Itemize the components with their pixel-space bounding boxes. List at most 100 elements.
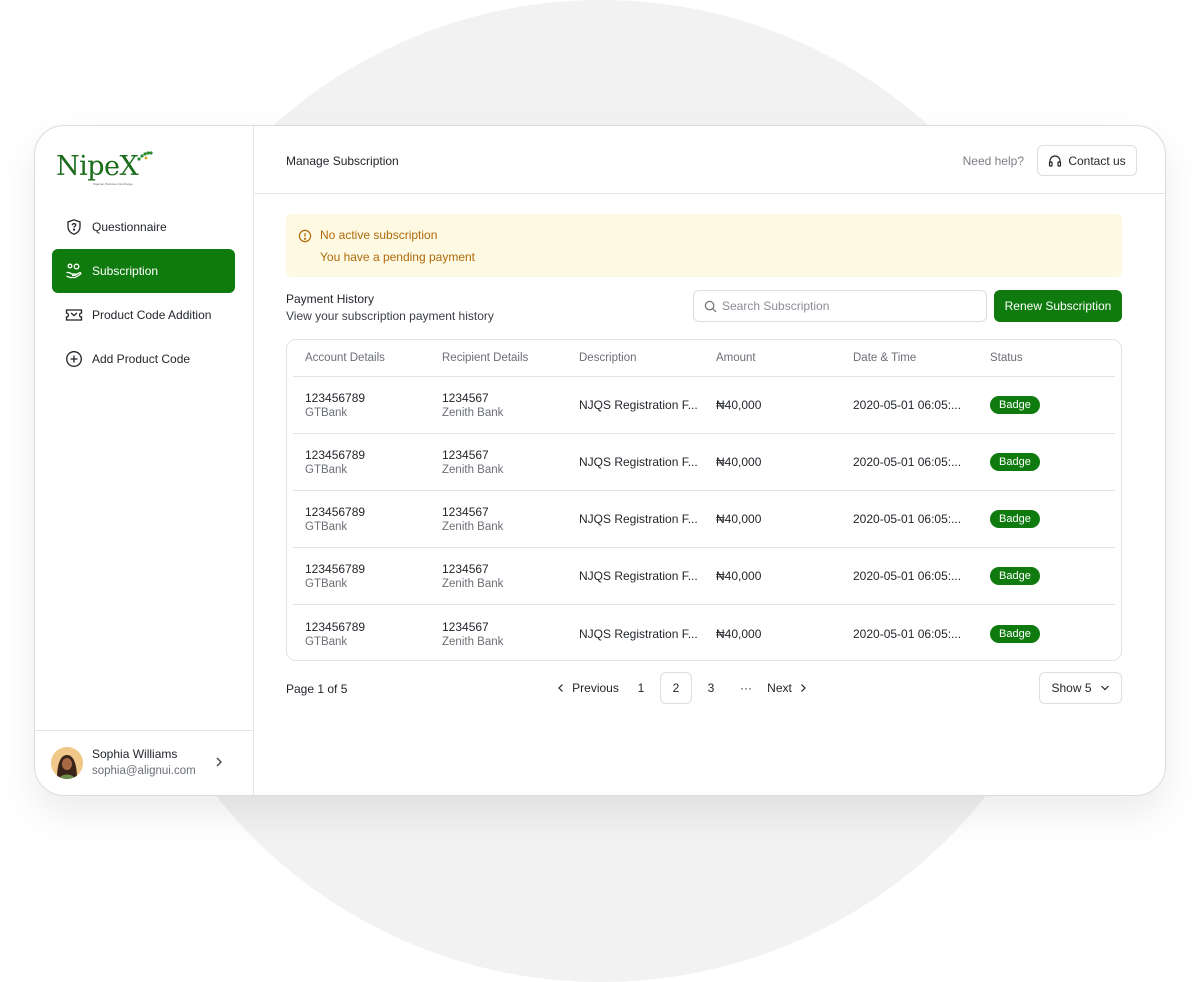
chevron-right-icon[interactable]	[215, 756, 223, 768]
search-input[interactable]	[722, 299, 962, 313]
alert-message: You have a pending payment	[320, 250, 476, 264]
datetime: 2020-05-01 06:05:...	[853, 569, 962, 583]
recipient-bank: Zenith Bank	[442, 578, 504, 590]
page-info: Page 1 of 5	[286, 682, 348, 696]
recipient-number: 1234567	[442, 391, 489, 405]
column-header: Account Details	[305, 352, 385, 364]
plus-circle-icon	[65, 350, 83, 368]
logo-dots-icon	[137, 151, 153, 161]
column-header: Amount	[716, 352, 756, 364]
sidebar-item-questionnaire[interactable]: Questionnaire	[52, 205, 235, 249]
search-icon	[704, 300, 717, 312]
recipient-bank: Zenith Bank	[442, 521, 504, 533]
page-title: Manage Subscription	[286, 154, 399, 168]
info-circle-icon	[298, 229, 312, 243]
alert-banner: No active subscription You have a pendin…	[286, 214, 1122, 277]
table-row[interactable]: 123456789 GTBank 1234567 Zenith Bank NJQS …	[293, 605, 1115, 662]
datetime: 2020-05-01 06:05:...	[853, 398, 962, 412]
hand-coins-icon	[65, 262, 83, 280]
previous-label: Previous	[572, 681, 619, 695]
datetime: 2020-05-01 06:05:...	[853, 455, 962, 469]
table-row[interactable]: 123456789 GTBank 1234567 Zenith Bank NJQS …	[293, 377, 1115, 434]
chevron-right-icon	[800, 684, 806, 692]
page-size-select[interactable]: Show 5	[1039, 672, 1122, 704]
user-name: Sophia Williams	[92, 747, 178, 762]
account-bank: GTBank	[305, 578, 348, 590]
status-badge: Badge	[990, 624, 1040, 643]
payment-table: Account Details Recipient Details Descri…	[286, 339, 1122, 661]
sidebar: NipeX Nigerian Petroleum Exchange Questi…	[35, 126, 254, 795]
logo-text: NipeX	[56, 151, 139, 182]
recipient-number: 1234567	[442, 505, 489, 519]
header: Manage Subscription Need help? Contact u…	[254, 126, 1165, 194]
account-number: 123456789	[305, 505, 366, 519]
shield-question-icon	[65, 218, 83, 236]
chevron-down-icon	[1100, 685, 1109, 691]
pagination: Previous 1 2 3 ··· Next	[554, 672, 812, 704]
account-bank: GTBank	[305, 521, 348, 533]
next-page-button[interactable]: Next	[762, 672, 812, 704]
amount: ₦40,000	[716, 569, 762, 583]
description: NJQS Registration F...	[579, 512, 698, 526]
column-header: Date & Time	[853, 352, 917, 364]
recipient-number: 1234567	[442, 562, 489, 576]
sidebar-item-add-product-code[interactable]: Add Product Code	[52, 337, 235, 381]
sidebar-item-label: Subscription	[92, 264, 159, 278]
status-badge: Badge	[990, 510, 1040, 528]
account-number: 123456789	[305, 448, 366, 462]
table-row[interactable]: 123456789 GTBank 1234567 Zenith Bank NJQS …	[293, 548, 1115, 605]
description: NJQS Registration F...	[579, 569, 698, 583]
sidebar-item-subscription[interactable]: Subscription	[52, 249, 235, 293]
logo-tagline: Nigerian Petroleum Exchange	[93, 182, 133, 186]
status-badge: Badge	[990, 453, 1040, 471]
datetime: 2020-05-01 06:05:...	[853, 512, 962, 526]
amount: ₦40,000	[716, 626, 762, 641]
renew-subscription-button[interactable]: Renew Subscription	[994, 290, 1122, 322]
search-box[interactable]	[693, 290, 987, 322]
next-label: Next	[767, 681, 792, 695]
sidebar-item-label: Product Code Addition	[92, 308, 212, 322]
page-button-3[interactable]: 3	[695, 672, 727, 704]
description: NJQS Registration F...	[579, 455, 698, 469]
amount: ₦40,000	[716, 398, 762, 412]
account-bank: GTBank	[305, 635, 348, 648]
page-ellipsis: ···	[740, 681, 752, 695]
table-row[interactable]: 123456789 GTBank 1234567 Zenith Bank NJQS …	[293, 434, 1115, 491]
datetime: 2020-05-01 06:05:...	[853, 626, 962, 641]
account-bank: GTBank	[305, 464, 348, 476]
page-button-1[interactable]: 1	[625, 672, 657, 704]
status-badge: Badge	[990, 396, 1040, 414]
sidebar-item-product-code-addition[interactable]: Product Code Addition	[52, 293, 235, 337]
amount: ₦40,000	[716, 512, 762, 526]
table-header: Account Details Recipient Details Descri…	[293, 340, 1115, 377]
account-number: 123456789	[305, 562, 366, 576]
ticket-icon	[65, 306, 83, 324]
amount: ₦40,000	[716, 455, 762, 469]
sidebar-item-label: Add Product Code	[92, 352, 191, 366]
main-content: Manage Subscription Need help? Contact u…	[254, 126, 1165, 795]
account-number: 123456789	[305, 391, 366, 405]
account-number: 123456789	[305, 619, 366, 634]
recipient-bank: Zenith Bank	[442, 407, 504, 419]
recipient-bank: Zenith Bank	[442, 464, 504, 476]
description: NJQS Registration F...	[579, 626, 698, 641]
contact-us-button[interactable]: Contact us	[1037, 145, 1137, 176]
sidebar-item-label: Questionnaire	[92, 220, 167, 234]
chevron-left-icon	[558, 684, 564, 692]
column-header: Status	[990, 352, 1023, 364]
headphones-icon	[1049, 154, 1062, 167]
page-size-label: Show 5	[1051, 681, 1092, 695]
recipient-number: 1234567	[442, 619, 489, 634]
page-button-2[interactable]: 2	[660, 672, 692, 704]
contact-us-label: Contact us	[1068, 153, 1126, 168]
section-title: Payment History	[286, 292, 375, 306]
account-bank: GTBank	[305, 407, 348, 419]
description: NJQS Registration F...	[579, 398, 698, 412]
avatar	[51, 747, 83, 779]
section-subtitle: View your subscription payment history	[286, 309, 494, 323]
previous-page-button[interactable]: Previous	[554, 672, 622, 704]
column-header: Recipient Details	[442, 352, 529, 364]
table-row[interactable]: 123456789 GTBank 1234567 Zenith Bank NJQS …	[293, 491, 1115, 548]
user-profile[interactable]: Sophia Williams sophia@alignui.com	[35, 730, 253, 795]
app-window: NipeX Nigerian Petroleum Exchange Questi…	[34, 125, 1166, 796]
